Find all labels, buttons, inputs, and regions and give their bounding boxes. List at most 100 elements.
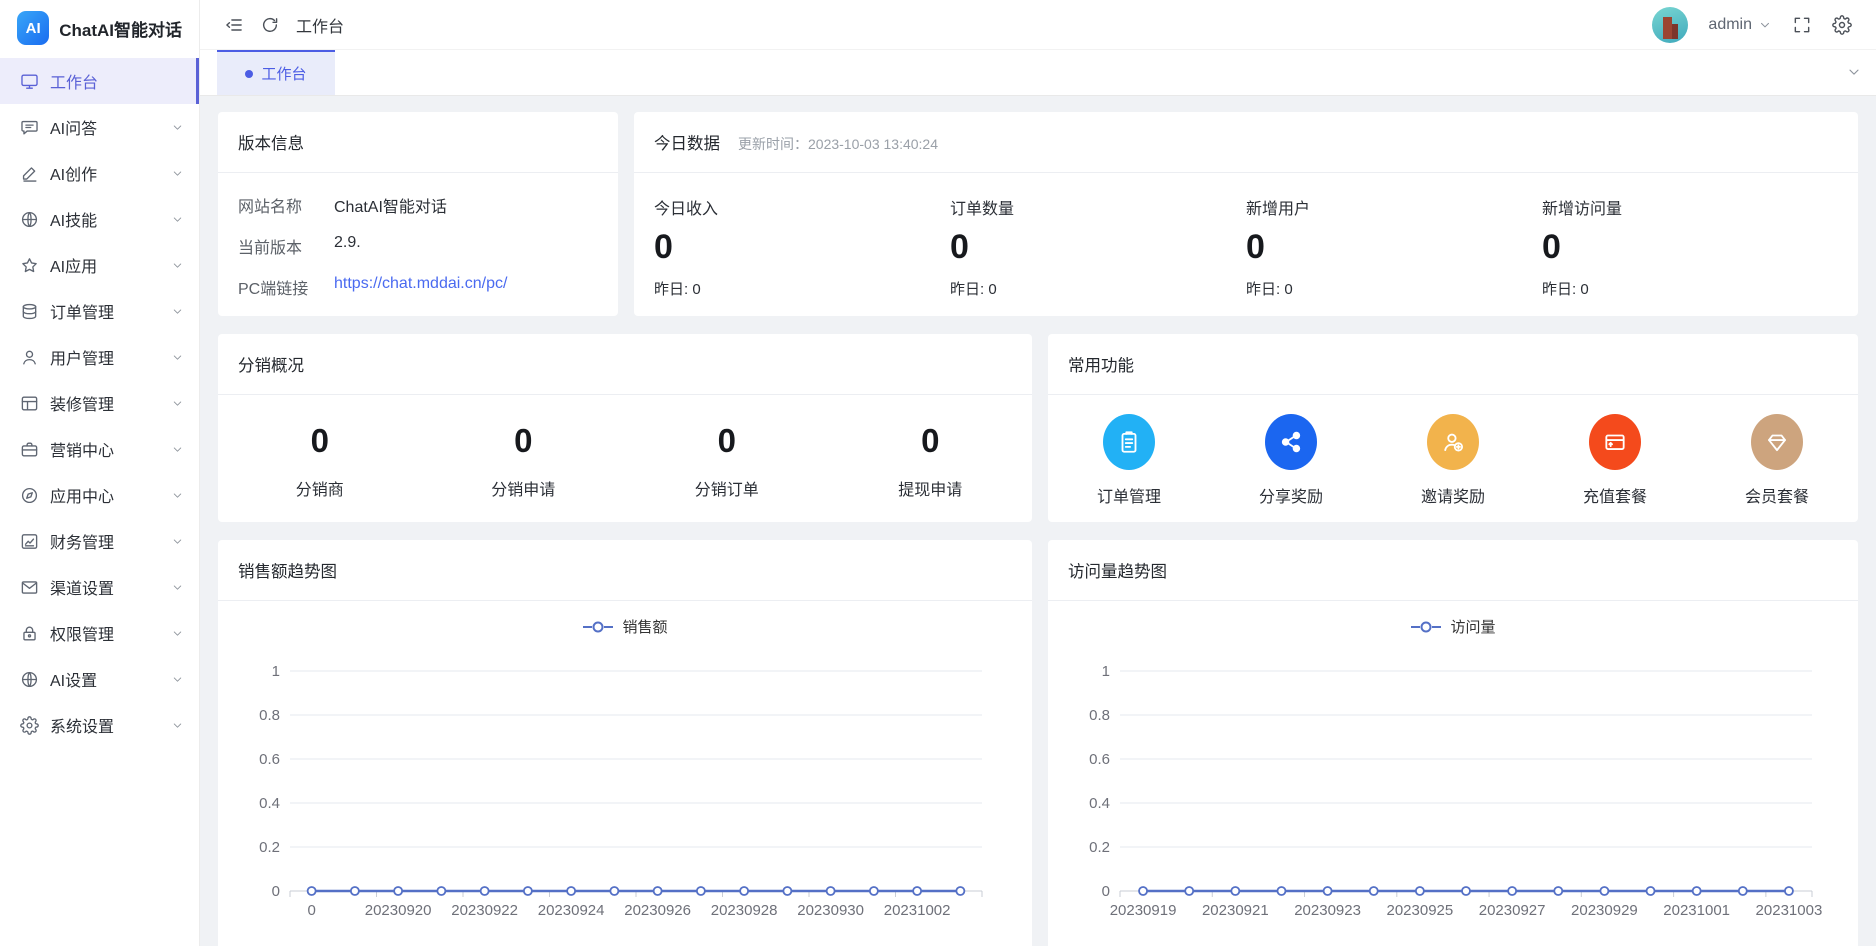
compass-icon [20, 486, 39, 505]
chevron-down-icon [1758, 18, 1772, 32]
stat-yesterday: 昨日: 0 [1246, 281, 1293, 298]
fullscreen-icon[interactable] [1792, 15, 1812, 35]
row-info: 版本信息 网站名称 ChatAI智能对话 当前版本 2.9. PC端链接 htt… [218, 112, 1858, 316]
breadcrumb[interactable]: 工作台 [296, 13, 344, 37]
quick-function-label: 分享奖励 [1258, 489, 1323, 506]
sales-legend[interactable]: 销售额 [218, 616, 1032, 637]
chevron-down-icon [171, 627, 184, 640]
briefcase-icon [20, 440, 39, 459]
stat-label: 订单数量 [950, 201, 1015, 218]
refresh-icon[interactable] [260, 15, 280, 35]
svg-text:0: 0 [272, 883, 280, 900]
sidebar-item[interactable]: AI技能 [0, 196, 199, 242]
chevron-down-icon [171, 213, 184, 226]
sidebar-item[interactable]: 财务管理 [0, 518, 199, 564]
sidebar-item[interactable]: 用户管理 [0, 334, 199, 380]
sidebar-item-label: AI创作 [50, 167, 98, 184]
chevron-down-icon [171, 397, 184, 410]
gear-icon[interactable] [1832, 14, 1852, 35]
chevron-down-icon [171, 673, 184, 686]
sidebar-item[interactable]: 营销中心 [0, 426, 199, 472]
svg-text:20230922: 20230922 [451, 902, 518, 919]
sidebar-item-label: 营销中心 [50, 443, 115, 460]
stat-item: 今日收入 0 昨日: 0 [654, 195, 950, 299]
svg-text:20230920: 20230920 [365, 902, 432, 919]
distribution-stat-value: 0 [514, 421, 533, 459]
sidebar-item[interactable]: AI应用 [0, 242, 199, 288]
version-row-value: 2.9. [334, 234, 361, 251]
svg-text:0: 0 [307, 902, 315, 919]
sidebar-item[interactable]: AI设置 [0, 656, 199, 702]
stat-value: 0 [654, 228, 673, 266]
sidebar-item[interactable]: 渠道设置 [0, 564, 199, 610]
sidebar-item[interactable]: 工作台 [0, 58, 199, 104]
svg-text:0.2: 0.2 [1089, 839, 1110, 856]
clipboard-icon [1103, 414, 1155, 470]
stat-label: 新增访问量 [1542, 201, 1623, 218]
svg-text:20230927: 20230927 [1479, 902, 1546, 919]
sidebar-item[interactable]: 订单管理 [0, 288, 199, 334]
svg-text:20230924: 20230924 [538, 902, 605, 919]
collapse-icon[interactable] [224, 15, 244, 35]
globe-icon [20, 670, 39, 689]
sidebar-item-label: 系统设置 [50, 719, 115, 736]
mail-icon [20, 578, 39, 597]
legend-label: 访问量 [1450, 619, 1496, 636]
svg-text:20231003: 20231003 [1756, 902, 1823, 919]
chevron-down-icon[interactable] [1846, 64, 1862, 80]
legend-marker-icon [582, 621, 614, 633]
visits-trend-card: 访问量趋势图 访问量 0 0.2 0.4 0.6 0.8 1 20230919 2023092… [1048, 540, 1858, 946]
quick-function-item[interactable]: 会员套餐 [1696, 414, 1858, 507]
user-menu[interactable]: admin [1708, 16, 1772, 34]
sales-trend-chart: 0 0.2 0.4 0.6 0.8 1 0 20230920 20230922 20230924 2… [218, 641, 1032, 937]
main-area: 工作台 admin 工作台 版本信息 网站名称 ChatAI智能对话 当前版本 … [200, 0, 1876, 946]
row-charts: 销售额趋势图 销售额 0 0.2 0.4 0.6 0.8 1 0 20230920 202309… [218, 540, 1858, 946]
sidebar-item[interactable]: 应用中心 [0, 472, 199, 518]
avatar[interactable] [1652, 6, 1689, 43]
chevron-down-icon [171, 259, 184, 272]
sidebar-item[interactable]: AI创作 [0, 150, 199, 196]
chat-icon [20, 118, 39, 137]
quick-function-item[interactable]: 充值套餐 [1534, 414, 1696, 507]
stat-item: 订单数量 0 昨日: 0 [950, 195, 1246, 299]
version-row-value: ChatAI智能对话 [334, 199, 447, 216]
chevron-down-icon [171, 489, 184, 502]
credit-card-icon [1589, 414, 1641, 470]
topbar-right: admin [1652, 6, 1852, 43]
svg-text:20231002: 20231002 [884, 902, 951, 919]
database-icon [20, 302, 39, 321]
globe-icon [20, 210, 39, 229]
tabbar: 工作台 [200, 50, 1876, 96]
sidebar-item-label: 用户管理 [50, 351, 115, 368]
tab-workbench[interactable]: 工作台 [217, 50, 335, 95]
visits-legend[interactable]: 访问量 [1048, 616, 1858, 637]
layout-icon [20, 394, 39, 413]
quick-function-item[interactable]: 分享奖励 [1210, 414, 1372, 507]
svg-text:0: 0 [1102, 883, 1110, 900]
chevron-down-icon [171, 121, 184, 134]
tab-label: 工作台 [261, 66, 307, 83]
chevron-down-icon [171, 305, 184, 318]
quick-function-item[interactable]: 订单管理 [1048, 414, 1210, 507]
stat-value: 0 [1542, 228, 1561, 266]
sales-trend-title: 销售额趋势图 [218, 540, 1032, 601]
sidebar-item[interactable]: 装修管理 [0, 380, 199, 426]
distribution-card: 分销概况 0 分销商 0 分销申请 0 分销订单 0 提现申请 [218, 334, 1032, 522]
legend-marker-icon [1410, 621, 1442, 633]
quick-functions-card: 常用功能 订单管理 分享奖励 邀请奖励 充值套餐 会员套餐 [1048, 334, 1858, 522]
quick-functions-title: 常用功能 [1048, 334, 1858, 395]
sidebar-item-label: 装修管理 [50, 397, 115, 414]
distribution-stat: 0 分销订单 [625, 422, 829, 500]
quick-function-item[interactable]: 邀请奖励 [1372, 414, 1534, 507]
sidebar-item[interactable]: AI问答 [0, 104, 199, 150]
sidebar-item-label: 订单管理 [50, 305, 115, 322]
sidebar-item[interactable]: 权限管理 [0, 610, 199, 656]
sidebar-item[interactable]: 系统设置 [0, 702, 199, 748]
version-rows: 网站名称 ChatAI智能对话 当前版本 2.9. PC端链接 https://… [218, 173, 618, 336]
svg-text:1: 1 [272, 663, 280, 680]
svg-text:20230929: 20230929 [1571, 902, 1638, 919]
row-overview: 分销概况 0 分销商 0 分销申请 0 分销订单 0 提现申请 常用功能 订单管… [218, 334, 1858, 522]
svg-text:0.4: 0.4 [1089, 795, 1110, 812]
sidebar-item-label: 工作台 [50, 75, 99, 92]
distribution-stat: 0 分销申请 [422, 422, 626, 500]
